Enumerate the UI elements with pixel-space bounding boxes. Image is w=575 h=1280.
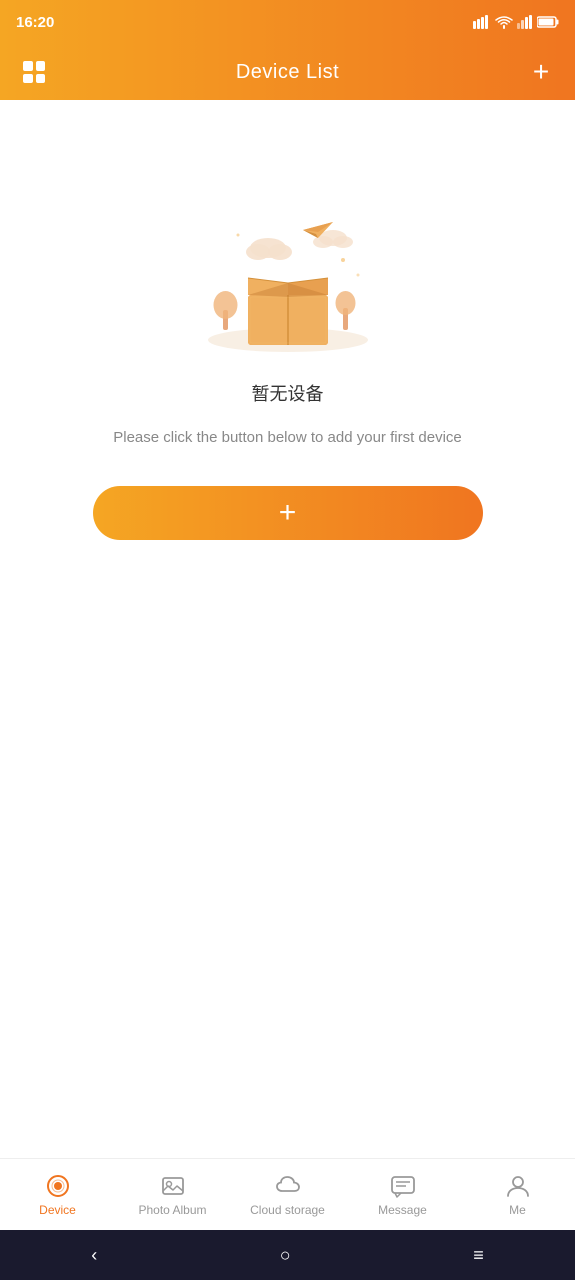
empty-illustration xyxy=(188,200,388,360)
empty-subtitle: Please click the button below to add you… xyxy=(73,426,502,450)
status-icons xyxy=(473,15,559,29)
menu-button[interactable]: ≡ xyxy=(473,1245,484,1266)
battery-icon xyxy=(537,16,559,28)
system-nav-bar: ‹ ○ ≡ xyxy=(0,1230,575,1280)
nav-label-photo-album: Photo Album xyxy=(138,1203,206,1217)
device-icon xyxy=(45,1173,71,1199)
add-device-header-button[interactable]: + xyxy=(523,54,559,90)
signal-icon xyxy=(473,15,491,29)
add-button-icon: + xyxy=(279,498,297,528)
nav-item-photo-album[interactable]: Photo Album xyxy=(133,1173,213,1217)
message-icon xyxy=(390,1173,416,1199)
nav-item-message[interactable]: Message xyxy=(363,1173,443,1217)
wifi-icon xyxy=(495,15,513,29)
nav-item-device[interactable]: Device xyxy=(18,1173,98,1217)
me-icon xyxy=(505,1173,531,1199)
add-first-device-button[interactable]: + xyxy=(93,486,483,540)
nav-item-me[interactable]: Me xyxy=(478,1173,558,1217)
nav-item-cloud-storage[interactable]: Cloud storage xyxy=(248,1173,328,1217)
photo-album-icon xyxy=(160,1173,186,1199)
back-button[interactable]: ‹ xyxy=(91,1245,97,1266)
nav-label-message: Message xyxy=(378,1203,427,1217)
nav-label-device: Device xyxy=(39,1203,76,1217)
cloud-storage-icon xyxy=(275,1173,301,1199)
page-title: Device List xyxy=(236,61,339,84)
status-time: 16:20 xyxy=(16,14,54,31)
home-button[interactable]: ○ xyxy=(280,1245,291,1266)
main-content: 暂无设备 Please click the button below to ad… xyxy=(0,100,575,1158)
nav-label-me: Me xyxy=(509,1203,526,1217)
grid-menu-button[interactable] xyxy=(16,54,52,90)
app-header: Device List + xyxy=(0,44,575,100)
bottom-nav: Device Photo Album Cloud storage xyxy=(0,1158,575,1230)
empty-title: 暂无设备 xyxy=(252,380,324,406)
status-bar: 16:20 xyxy=(0,0,575,44)
network-icon xyxy=(517,15,533,29)
nav-label-cloud-storage: Cloud storage xyxy=(250,1203,325,1217)
